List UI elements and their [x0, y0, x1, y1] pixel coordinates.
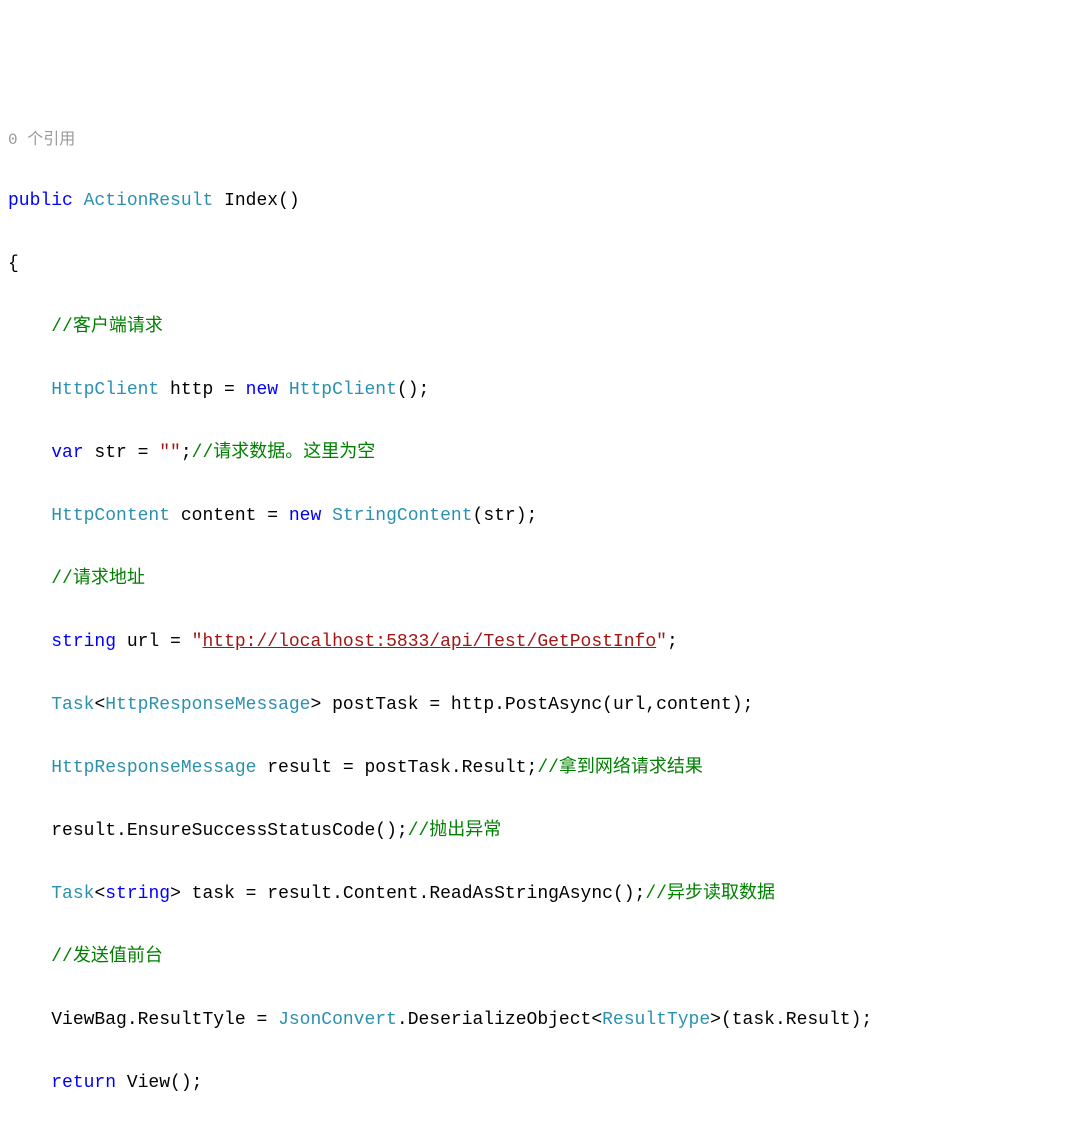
keyword-new: new: [289, 506, 321, 526]
type-task: Task: [51, 695, 94, 715]
code-text: result.EnsureSuccessStatusCode();: [51, 821, 407, 841]
type-httpclient: HttpClient: [51, 380, 159, 400]
code-text: postTask = http.PostAsync(url,content);: [321, 695, 753, 715]
type-stringcontent: StringContent: [321, 506, 472, 526]
angle-bracket: >: [170, 884, 181, 904]
comment: //抛出异常: [408, 821, 502, 841]
method-signature: public ActionResult Index(): [8, 186, 1063, 218]
code-text: .DeserializeObject<: [397, 1010, 602, 1030]
codelens-references[interactable]: 0 个引用: [8, 126, 1063, 154]
keyword-string: string: [51, 632, 116, 652]
comment: //客户端请求: [51, 317, 163, 337]
code-line: HttpResponseMessage result = postTask.Re…: [8, 753, 1063, 785]
keyword-string: string: [105, 884, 170, 904]
type-httpcontent: HttpContent: [51, 506, 170, 526]
code-text: ;: [667, 632, 678, 652]
type-httpclient: HttpClient: [278, 380, 397, 400]
code-text: content =: [170, 506, 289, 526]
comment: //发送值前台: [51, 947, 163, 967]
keyword-var: var: [51, 443, 83, 463]
code-line: return View();: [8, 1068, 1063, 1100]
comment: //拿到网络请求结果: [537, 758, 703, 778]
code-text: result = postTask.Result;: [256, 758, 537, 778]
brace-open: {: [8, 249, 1063, 281]
type-httpresponsemessage: HttpResponseMessage: [105, 695, 310, 715]
comment: //请求地址: [51, 569, 145, 589]
type-resulttype: ResultType: [602, 1010, 710, 1030]
code-text: task = result.Content.ReadAsStringAsync(…: [181, 884, 645, 904]
code-line: //请求地址: [8, 564, 1063, 596]
code-line: Task<string> task = result.Content.ReadA…: [8, 879, 1063, 911]
string-literal: "": [159, 443, 181, 463]
method-name: Index: [224, 191, 278, 211]
code-line: string url = "http://localhost:5833/api/…: [8, 627, 1063, 659]
code-text: ViewBag.ResultTyle =: [51, 1010, 278, 1030]
keyword-public: public: [8, 191, 73, 211]
code-line: //发送值前台: [8, 942, 1063, 974]
keyword-new: new: [246, 380, 278, 400]
code-text: str =: [84, 443, 160, 463]
keyword-return: return: [51, 1073, 116, 1093]
code-line: Task<HttpResponseMessage> postTask = htt…: [8, 690, 1063, 722]
type-task: Task: [51, 884, 94, 904]
code-text: ;: [181, 443, 192, 463]
code-line: HttpContent content = new StringContent(…: [8, 501, 1063, 533]
url-literal[interactable]: http://localhost:5833/api/Test/GetPostIn…: [202, 632, 656, 652]
code-text: >(task.Result);: [710, 1010, 872, 1030]
type-jsonconvert: JsonConvert: [278, 1010, 397, 1030]
code-line: HttpClient http = new HttpClient();: [8, 375, 1063, 407]
angle-bracket: >: [310, 695, 321, 715]
brace-close: }: [8, 1131, 1063, 1134]
code-text: url =: [116, 632, 192, 652]
code-text: View();: [116, 1073, 202, 1093]
string-quote: ": [656, 632, 667, 652]
code-line: result.EnsureSuccessStatusCode();//抛出异常: [8, 816, 1063, 848]
code-line: var str = "";//请求数据。这里为空: [8, 438, 1063, 470]
angle-bracket: <: [94, 884, 105, 904]
code-line: ViewBag.ResultTyle = JsonConvert.Deseria…: [8, 1005, 1063, 1037]
comment: //请求数据。这里为空: [192, 443, 376, 463]
code-text: ();: [397, 380, 429, 400]
comment: //异步读取数据: [645, 884, 775, 904]
code-text: http =: [159, 380, 245, 400]
string-quote: ": [192, 632, 203, 652]
parens: (): [278, 191, 300, 211]
code-line: //客户端请求: [8, 312, 1063, 344]
type-httpresponsemessage: HttpResponseMessage: [51, 758, 256, 778]
type-actionresult: ActionResult: [84, 191, 214, 211]
code-text: (str);: [473, 506, 538, 526]
angle-bracket: <: [94, 695, 105, 715]
